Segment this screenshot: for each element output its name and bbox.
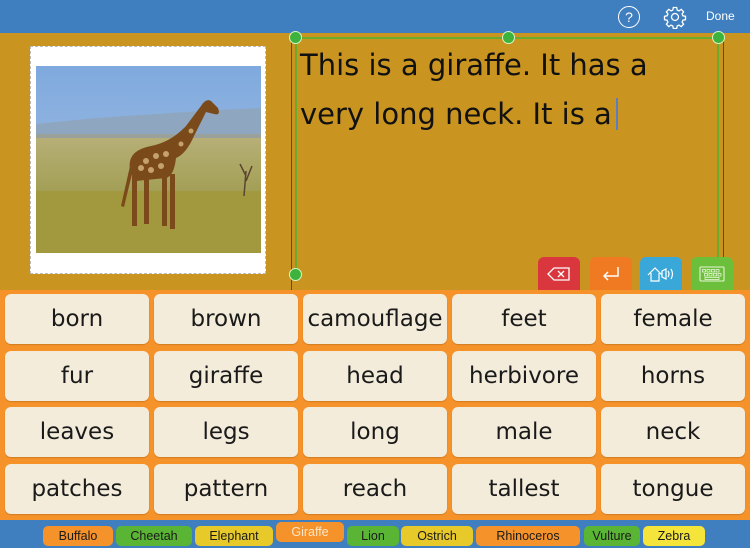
photo-card[interactable] xyxy=(30,46,266,274)
sentence-line: This is a giraffe. It has a xyxy=(300,48,648,82)
selection-edge xyxy=(295,37,297,273)
backspace-icon xyxy=(547,266,570,281)
settings-button[interactable] xyxy=(663,5,687,29)
word-tile[interactable]: leaves xyxy=(5,407,149,457)
editor-area: This is a giraffe. It has a very long ne… xyxy=(0,31,750,290)
word-tile[interactable]: herbivore xyxy=(452,351,596,401)
word-tile[interactable]: fur xyxy=(5,351,149,401)
topic-tab-bar: Buffalo Cheetah Elephant Giraffe Lion Ostrich… xyxy=(0,520,750,548)
tab-cheetah[interactable]: Cheetah xyxy=(116,526,192,546)
done-button[interactable]: Done xyxy=(706,9,735,23)
word-tile[interactable]: pattern xyxy=(154,464,298,514)
word-tile[interactable]: male xyxy=(452,407,596,457)
tab-zebra[interactable]: Zebra xyxy=(643,526,705,546)
speak-button[interactable] xyxy=(640,257,682,290)
tab-elephant[interactable]: Elephant xyxy=(195,526,273,546)
resize-handle-top-right[interactable] xyxy=(712,31,725,44)
word-tile[interactable]: feet xyxy=(452,294,596,344)
return-arrow-icon xyxy=(602,266,619,281)
giraffe-photo xyxy=(36,66,261,253)
keyboard-button[interactable] xyxy=(691,257,733,290)
sentence-line-with-caret: very long neck. It is a xyxy=(300,90,710,139)
question-circle-icon: ? xyxy=(625,9,633,25)
word-tile[interactable]: tallest xyxy=(452,464,596,514)
text-caret xyxy=(615,98,618,130)
word-tile[interactable]: tongue xyxy=(601,464,745,514)
tab-giraffe[interactable]: Giraffe xyxy=(276,522,344,542)
tab-lion[interactable]: Lion xyxy=(347,526,399,546)
tab-vulture[interactable]: Vulture xyxy=(584,526,640,546)
resize-handle-bottom-left[interactable] xyxy=(289,268,302,281)
sentence-text[interactable]: This is a giraffe. It has a very long ne… xyxy=(300,41,710,139)
tab-rhinoceros[interactable]: Rhinoceros xyxy=(476,526,580,546)
word-tile[interactable]: brown xyxy=(154,294,298,344)
speaker-icon xyxy=(647,266,674,282)
keyboard-icon xyxy=(699,265,725,282)
sentence-line: very long neck. It is a xyxy=(300,97,612,131)
return-button[interactable] xyxy=(590,257,632,290)
word-tile[interactable]: female xyxy=(601,294,745,344)
gear-icon xyxy=(663,6,687,29)
word-tile[interactable]: head xyxy=(303,351,447,401)
help-button[interactable]: ? xyxy=(618,6,640,28)
tab-buffalo[interactable]: Buffalo xyxy=(43,526,113,546)
word-bank: born brown camouflage feet female fur giraffe h… xyxy=(0,290,750,520)
word-tile[interactable]: camouflage xyxy=(303,294,447,344)
top-bar: ? Done xyxy=(0,0,750,33)
word-tile[interactable]: horns xyxy=(601,351,745,401)
word-tile[interactable]: born xyxy=(5,294,149,344)
delete-button[interactable] xyxy=(538,257,580,290)
word-tile[interactable]: giraffe xyxy=(154,351,298,401)
word-tile[interactable]: legs xyxy=(154,407,298,457)
tab-ostrich[interactable]: Ostrich xyxy=(401,526,473,546)
word-tile[interactable]: long xyxy=(303,407,447,457)
word-tile[interactable]: reach xyxy=(303,464,447,514)
word-tile[interactable]: patches xyxy=(5,464,149,514)
word-tile[interactable]: neck xyxy=(601,407,745,457)
